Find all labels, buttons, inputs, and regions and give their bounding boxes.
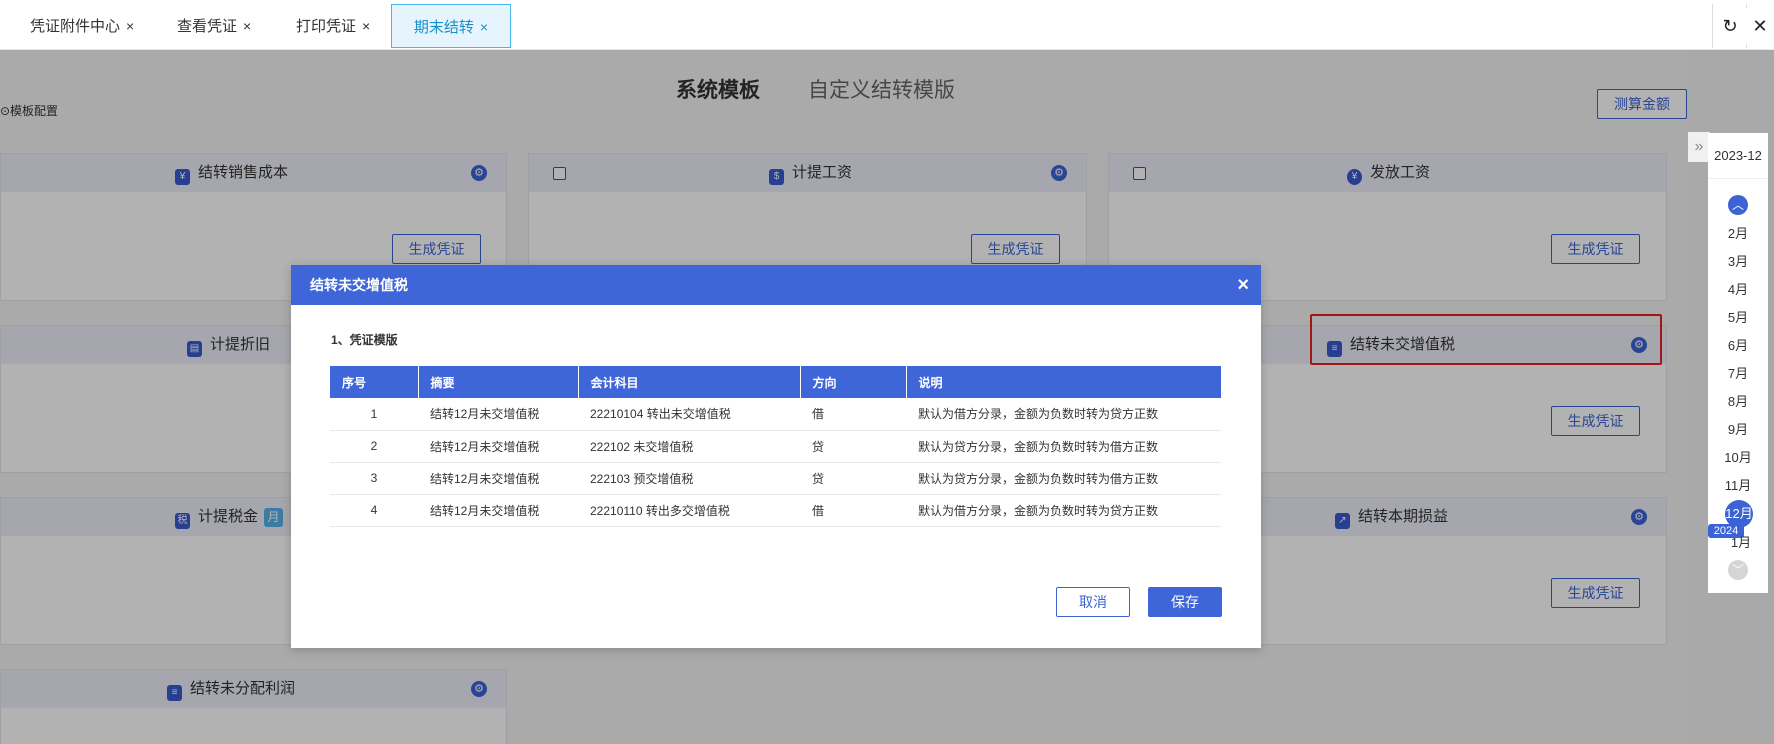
cell-account: 222103 预交增值税 [578, 462, 800, 495]
cell-summary: 结转12月未交增值税 [418, 462, 578, 495]
close-icon[interactable]: × [362, 18, 370, 34]
month-item[interactable]: 1月 [1711, 532, 1771, 551]
month-item[interactable]: 9月 [1708, 419, 1768, 438]
month-item[interactable]: 5月 [1708, 307, 1768, 326]
dialog-header: 结转未交增值税 × [291, 265, 1261, 305]
month-item[interactable]: 4月 [1708, 279, 1768, 298]
tab-label: 打印凭证 [296, 18, 357, 35]
cell-account: 222102 未交增值税 [578, 430, 800, 463]
cell-summary: 结转12月未交增值税 [418, 430, 578, 463]
table-row: 3 结转12月未交增值税 222103 预交增值税 贷 默认为贷方分录，金额为负… [330, 462, 1221, 495]
cell-account: 22210110 转出多交增值税 [578, 494, 800, 527]
column-header: 序号 [330, 366, 419, 398]
scroll-up-icon[interactable]: ︿ [1728, 195, 1748, 215]
tab-label: 查看凭证 [177, 18, 238, 35]
tab-view-voucher[interactable]: 查看凭证 × [177, 4, 251, 48]
month-item[interactable]: 8月 [1708, 391, 1768, 410]
column-header: 摘要 [418, 366, 579, 398]
collapse-icon[interactable]: » [1688, 132, 1710, 162]
table-row: 4 结转12月未交增值税 22210110 转出多交增值税 借 默认为借方分录，… [330, 494, 1221, 527]
tab-label: 期末结转 [413, 19, 474, 36]
voucher-template-table: 序号 摘要 会计科目 方向 说明 1 结转12月未交增值税 22210104 转… [330, 366, 1221, 527]
tab-print-voucher[interactable]: 打印凭证 × [296, 4, 370, 48]
cell-account: 22210104 转出未交增值税 [578, 398, 800, 431]
close-icon[interactable]: × [243, 18, 251, 34]
section-label: 1、凭证模版 [331, 333, 398, 347]
tab-voucher-attachments[interactable]: 凭证附件中心 × [30, 4, 134, 48]
tab-bar: 凭证附件中心 × 查看凭证 × 打印凭证 × 期末结转 × ↻ ✕ [0, 0, 1774, 50]
cell-no: 4 [330, 494, 418, 527]
cell-no: 2 [330, 430, 418, 463]
table-header-row: 序号 摘要 会计科目 方向 说明 [330, 366, 1221, 398]
close-icon[interactable]: × [480, 19, 488, 35]
close-all-icon[interactable]: ✕ [1746, 8, 1774, 44]
cell-note: 默认为贷方分录，金额为负数时转为借方正数 [906, 462, 1221, 495]
close-icon[interactable]: × [126, 18, 134, 34]
month-item[interactable]: 3月 [1708, 251, 1768, 270]
cell-note: 默认为借方分录，金额为负数时转为贷方正数 [906, 398, 1221, 431]
divider [1712, 4, 1713, 48]
table-row: 2 结转12月未交增值税 222102 未交增值税 贷 默认为贷方分录，金额为负… [330, 430, 1221, 463]
cancel-button[interactable]: 取消 [1056, 587, 1130, 617]
refresh-icon[interactable]: ↻ [1716, 8, 1744, 44]
save-button[interactable]: 保存 [1148, 587, 1222, 617]
month-item[interactable]: 7月 [1708, 363, 1768, 382]
month-item[interactable]: 11月 [1708, 475, 1768, 494]
cell-summary: 结转12月未交增值税 [418, 398, 578, 431]
current-period: 2023-12 [1708, 133, 1768, 179]
tab-label: 凭证附件中心 [30, 18, 121, 35]
dialog-title: 结转未交增值税 [310, 277, 408, 293]
month-item[interactable]: 6月 [1708, 335, 1768, 354]
cell-direction: 借 [800, 494, 906, 527]
cell-no: 1 [330, 398, 418, 431]
cell-direction: 贷 [800, 462, 906, 495]
column-header: 会计科目 [578, 366, 801, 398]
cell-note: 默认为贷方分录，金额为负数时转为借方正数 [906, 430, 1221, 463]
column-header: 方向 [800, 366, 907, 398]
vat-carryover-dialog: 结转未交增值税 × 1、凭证模版 序号 摘要 会计科目 方向 说明 1 结转12… [291, 265, 1261, 648]
tab-period-end-carryover[interactable]: 期末结转 × [391, 4, 511, 48]
table-row: 1 结转12月未交增值税 22210104 转出未交增值税 借 默认为借方分录，… [330, 398, 1221, 431]
cell-no: 3 [330, 462, 418, 495]
cell-direction: 贷 [800, 430, 906, 463]
month-item[interactable]: 10月 [1708, 447, 1768, 466]
cell-note: 默认为借方分录，金额为负数时转为贷方正数 [906, 494, 1221, 527]
column-header: 说明 [906, 366, 1221, 398]
scroll-down-icon[interactable]: ﹀ [1728, 560, 1748, 580]
cell-direction: 借 [800, 398, 906, 431]
close-icon[interactable]: × [1237, 265, 1249, 305]
cell-summary: 结转12月未交增值税 [418, 494, 578, 527]
month-rail: 2023-12 ︿ 2月 3月 4月 5月 6月 7月 8月 9月 10月 11… [1708, 133, 1768, 593]
month-item[interactable]: 2月 [1708, 223, 1768, 242]
